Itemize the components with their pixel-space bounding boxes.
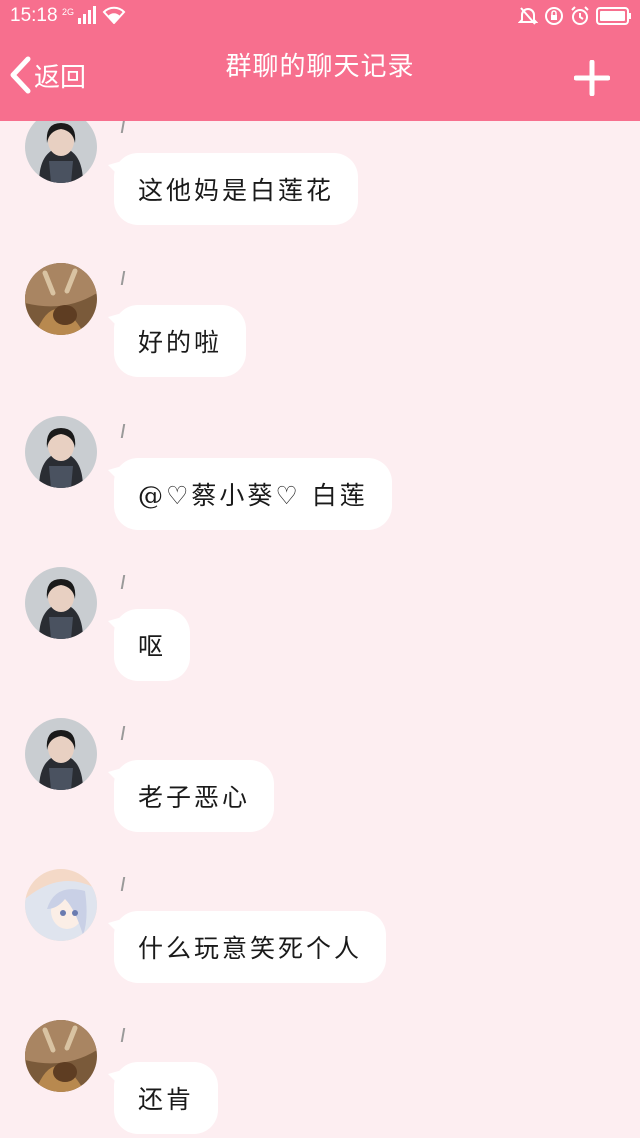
deer-photo-avatar-icon xyxy=(25,1020,97,1092)
message-bubble[interactable]: 好的啦 xyxy=(114,305,247,377)
deer-photo-avatar-icon xyxy=(25,263,97,335)
message-bubble[interactable]: @♡蔡小葵♡ 白莲 xyxy=(114,458,392,530)
message-bubble[interactable]: 还肯 xyxy=(114,1062,219,1134)
lock-rotation-icon xyxy=(545,7,563,25)
top-bar: 15:18 2G 返回 群聊的聊天记录 xyxy=(0,0,640,121)
anime-girl-avatar-icon xyxy=(25,869,97,941)
mute-notification-icon xyxy=(518,7,538,25)
network-label: 2G xyxy=(62,6,75,17)
sender-name-mark xyxy=(120,726,126,740)
avatar[interactable] xyxy=(25,263,97,335)
page-title: 群聊的聊天记录 xyxy=(225,52,415,82)
chat-message: 呕 xyxy=(0,567,640,719)
message-bubble[interactable]: 这他妈是白莲花 xyxy=(114,153,359,225)
status-time: 15:18 xyxy=(10,5,58,26)
girl-photo-avatar-icon xyxy=(25,121,97,183)
sender-name-mark xyxy=(120,121,126,133)
message-bubble[interactable]: 什么玩意笑死个人 xyxy=(114,911,387,983)
avatar[interactable] xyxy=(25,869,97,941)
message-bubble[interactable]: 老子恶心 xyxy=(114,760,275,832)
chat-message: 这他妈是白莲花 xyxy=(0,121,640,263)
sender-name-mark xyxy=(120,877,126,891)
wifi-icon xyxy=(102,6,126,24)
sender-name-mark xyxy=(120,1028,126,1042)
chat-message: 还肯 xyxy=(0,1020,640,1138)
avatar[interactable] xyxy=(25,121,97,183)
chat-message: 什么玩意笑死个人 xyxy=(0,869,640,1021)
alarm-icon xyxy=(571,6,589,25)
girl-photo-avatar-icon xyxy=(25,567,97,639)
avatar[interactable] xyxy=(25,416,97,488)
avatar[interactable] xyxy=(25,718,97,790)
sender-name-mark xyxy=(120,271,126,285)
message-bubble[interactable]: 呕 xyxy=(114,609,191,681)
sender-name-mark xyxy=(120,575,126,589)
chat-message-list[interactable]: 这他妈是白莲花 好的啦 @♡蔡小葵♡ 白莲 呕 老子恶心 什么玩意笑死个人 还肯 xyxy=(0,121,640,1138)
status-right-icons xyxy=(518,6,632,26)
signal-icon xyxy=(78,6,97,24)
chat-message: @♡蔡小葵♡ 白莲 xyxy=(0,416,640,568)
sender-name-mark xyxy=(120,424,126,438)
girl-photo-avatar-icon xyxy=(25,416,97,488)
avatar[interactable] xyxy=(25,1020,97,1092)
girl-photo-avatar-icon xyxy=(25,718,97,790)
chat-message: 老子恶心 xyxy=(0,718,640,870)
add-icon[interactable] xyxy=(574,60,610,96)
battery-icon xyxy=(596,7,631,25)
avatar[interactable] xyxy=(25,567,97,639)
chat-message: 好的啦 xyxy=(0,263,640,415)
status-bar: 15:18 2G xyxy=(0,0,640,34)
status-left-icons: 2G xyxy=(62,6,126,24)
